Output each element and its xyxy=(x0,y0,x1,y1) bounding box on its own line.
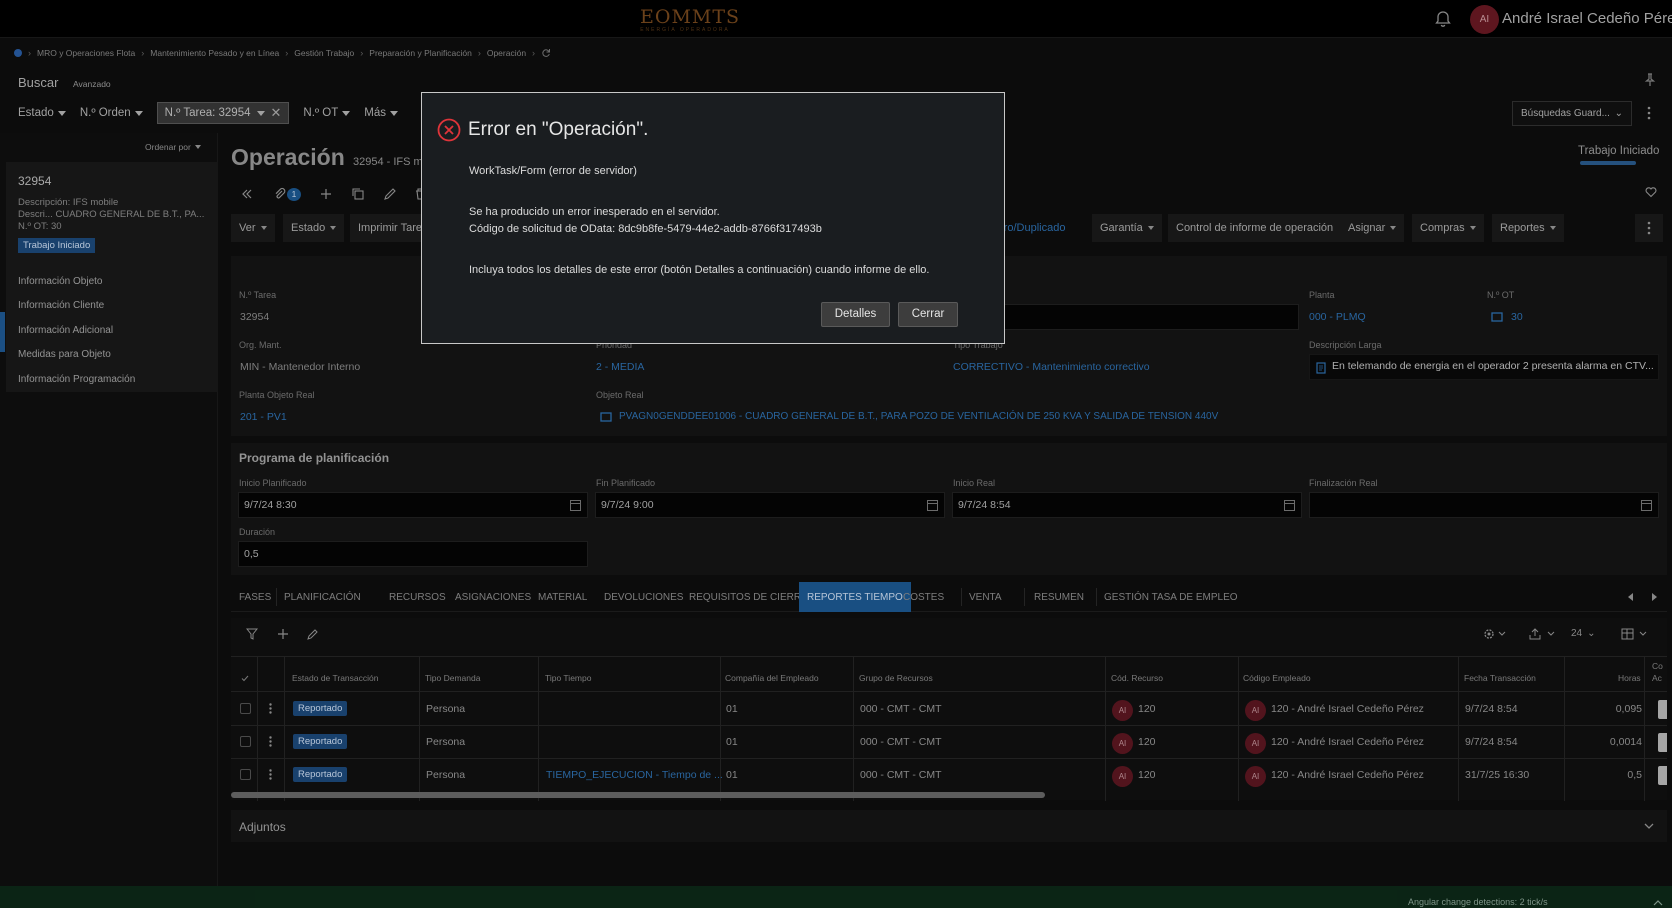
app-root: EOMMTS ENERGÍA OPERADORA AI André Israel… xyxy=(0,0,1672,908)
dialog-subtitle: WorkTask/Form (error de servidor) xyxy=(469,165,637,177)
dialog-request-id: Código de solicitud de OData: 8dc9b8fe-5… xyxy=(469,223,822,235)
error-dialog: Error en "Operación". WorkTask/Form (err… xyxy=(421,92,1005,344)
close-button[interactable]: Cerrar xyxy=(898,302,958,327)
dialog-message: Se ha producido un error inesperado en e… xyxy=(469,206,720,218)
details-button[interactable]: Detalles xyxy=(821,302,890,327)
dialog-title: Error en "Operación". xyxy=(468,119,649,140)
error-circle-icon xyxy=(437,118,461,142)
dialog-instructions: Incluya todos los detalles de este error… xyxy=(469,264,930,276)
